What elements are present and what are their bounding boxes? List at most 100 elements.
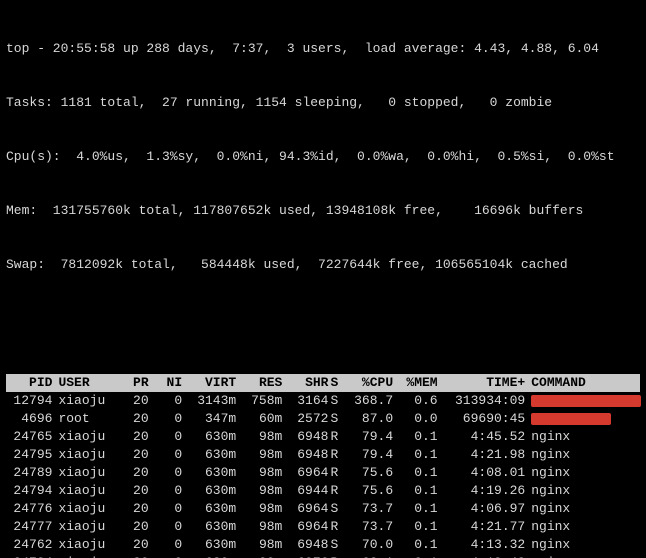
cell-user: xiaoju [58,392,116,410]
cell-mem: 0.1 [399,554,443,558]
process-row: 24777xiaoju200630m98m6964R73.70.14:21.77… [6,518,640,536]
cell-virt: 630m [188,536,242,554]
cell-cpu: 87.0 [345,410,399,428]
cell-mem: 0.1 [399,464,443,482]
cell-shr: 6948 [288,536,330,554]
cell-command: nginx [531,446,640,464]
cell-res: 98m [242,536,288,554]
top-cpu-line: Cpu(s): 4.0%us, 1.3%sy, 0.0%ni, 94.3%id,… [6,148,640,166]
cell-time: 4:13.32 [444,536,532,554]
cell-shr: 2572 [288,410,330,428]
terminal[interactable]: top - 20:55:58 up 288 days, 7:37, 3 user… [0,0,646,558]
cell-shr: 6964 [288,500,330,518]
cell-mem: 0.6 [399,392,443,410]
process-row: 24789xiaoju200630m98m6964R75.60.14:08.01… [6,464,640,482]
cell-res: 98m [242,482,288,500]
cell-s: R [330,518,345,536]
cell-cpu: 70.0 [345,536,399,554]
cell-res: 98m [242,428,288,446]
cell-cpu: 75.6 [345,482,399,500]
cell-pr: 20 [116,392,154,410]
cell-pr: 20 [116,554,154,558]
cell-time: 4:21.77 [444,518,532,536]
process-row: 12794xiaoju2003143m758m3164S368.70.63139… [6,392,640,410]
cell-shr: 6964 [288,464,330,482]
cell-command: nginx [531,482,640,500]
cell-command: nginx [531,464,640,482]
cell-pid: 12794 [6,392,58,410]
cell-res: 98m [242,554,288,558]
cell-virt: 630m [188,518,242,536]
cell-s: R [330,464,345,482]
cell-virt: 630m [188,428,242,446]
cell-mem: 0.1 [399,518,443,536]
cell-virt: 3143m [188,392,242,410]
cell-cpu: 79.4 [345,446,399,464]
redaction-mark [531,395,641,407]
cell-pr: 20 [116,428,154,446]
cell-command: nginx [531,518,640,536]
top-swap-line: Swap: 7812092k total, 584448k used, 7227… [6,256,640,274]
cell-cpu: 368.7 [345,392,399,410]
cell-user: xiaoju [58,554,116,558]
cell-pr: 20 [116,536,154,554]
cell-s: R [330,482,345,500]
blank-line [6,310,640,320]
col-pid: PID [6,374,58,392]
cell-cpu: 68.1 [345,554,399,558]
cell-s: R [330,446,345,464]
col-time: TIME+ [444,374,532,392]
cell-s: S [330,536,345,554]
cell-ni: 0 [155,428,189,446]
col-cmd: COMMAND [531,374,640,392]
cell-pid: 24765 [6,428,58,446]
cell-pid: 24762 [6,536,58,554]
cell-mem: 0.1 [399,500,443,518]
process-table-header: PID USER PR NI VIRT RES SHR S %CPU %MEM … [6,374,640,392]
process-row: 24794xiaoju200630m98m6944R75.60.14:19.26… [6,482,640,500]
cell-pid: 24776 [6,500,58,518]
cell-cpu: 79.4 [345,428,399,446]
cell-mem: 0.1 [399,428,443,446]
cell-time: 69690:45 [444,410,532,428]
cell-pid: 24795 [6,446,58,464]
cell-command [531,410,640,428]
cell-mem: 0.1 [399,536,443,554]
cell-pr: 20 [116,518,154,536]
top-uptime-line: top - 20:55:58 up 288 days, 7:37, 3 user… [6,40,640,58]
cell-mem: 0.0 [399,410,443,428]
cell-command: nginx [531,428,640,446]
cell-pr: 20 [116,482,154,500]
cell-pid: 24777 [6,518,58,536]
cell-pid: 24789 [6,464,58,482]
cell-user: xiaoju [58,518,116,536]
cell-user: root [58,410,116,428]
cell-shr: 6976 [288,554,330,558]
process-row: 4696root200347m60m2572S87.00.069690:45 [6,410,640,428]
cell-res: 98m [242,464,288,482]
cell-pr: 20 [116,500,154,518]
cell-ni: 0 [155,446,189,464]
cell-res: 98m [242,500,288,518]
cell-time: 4:08.01 [444,464,532,482]
cell-s: R [330,428,345,446]
cell-command: nginx [531,500,640,518]
cell-cpu: 73.7 [345,518,399,536]
cell-time: 4:19.26 [444,482,532,500]
process-table: PID USER PR NI VIRT RES SHR S %CPU %MEM … [6,374,640,558]
cell-user: xiaoju [58,464,116,482]
cell-time: 4:19.48 [444,554,532,558]
process-row: 24765xiaoju200630m98m6948R79.40.14:45.52… [6,428,640,446]
col-mem: %MEM [399,374,443,392]
col-res: RES [242,374,288,392]
top-tasks-line: Tasks: 1181 total, 27 running, 1154 slee… [6,94,640,112]
cell-ni: 0 [155,554,189,558]
cell-s: S [330,410,345,428]
cell-pid: 4696 [6,410,58,428]
cell-shr: 6948 [288,428,330,446]
col-cpu: %CPU [345,374,399,392]
cell-ni: 0 [155,536,189,554]
col-ni: NI [155,374,189,392]
cell-s: S [330,500,345,518]
cell-res: 60m [242,410,288,428]
